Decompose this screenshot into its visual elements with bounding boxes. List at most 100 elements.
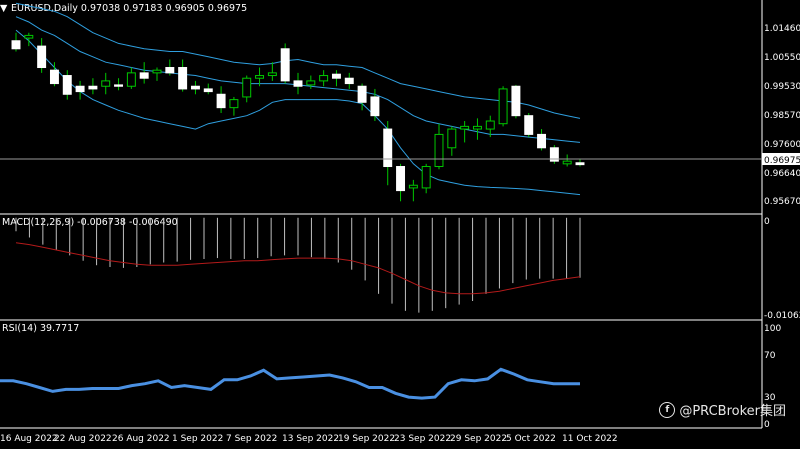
rsi-level-100: 100 [764, 324, 781, 334]
candle-body [293, 80, 303, 87]
candle-body [229, 99, 239, 109]
time-tick: 13 Sep 2022 [282, 434, 339, 444]
candle [203, 83, 213, 95]
bb-upper-line [15, 2, 581, 119]
candle-body [165, 67, 175, 74]
time-tick: 1 Sep 2022 [172, 434, 223, 444]
candle [242, 75, 252, 103]
time-tick: 19 Sep 2022 [338, 434, 395, 444]
candle [152, 67, 162, 81]
candle-body [575, 162, 585, 166]
trading-chart[interactable]: ▼ EURUSD,Daily 0.97038 0.97183 0.96905 0… [0, 0, 800, 445]
candle-body [216, 93, 226, 109]
watermark: f @PRCBroker集团 [659, 400, 786, 419]
time-axis: 16 Aug 2022 22 Aug 2022 26 Aug 2022 1 Se… [0, 434, 618, 444]
candle-body [485, 120, 495, 130]
candle [396, 163, 406, 202]
candle [293, 72, 303, 95]
candle-body [383, 128, 393, 168]
candle-body [280, 48, 290, 82]
candle [549, 145, 559, 164]
candle [101, 72, 111, 95]
candle [88, 78, 98, 95]
bollinger-bands [15, 2, 581, 196]
candle [319, 70, 329, 87]
candle-body [498, 88, 508, 125]
candle [178, 59, 188, 92]
candle [126, 67, 136, 89]
candle-body [49, 69, 59, 85]
candle-body [396, 166, 406, 192]
candle-body [306, 80, 316, 86]
candle [421, 163, 431, 194]
candle-body [178, 67, 188, 90]
candle [447, 126, 457, 156]
candle [229, 96, 239, 116]
candle [344, 72, 354, 89]
time-tick: 16 Aug 2022 [0, 434, 58, 444]
candle [562, 154, 572, 167]
candle-body [537, 133, 547, 149]
price-scale: 1.01460 1.00550 0.99530 0.98570 0.97600 … [764, 24, 800, 207]
candle-body [447, 128, 457, 149]
candle [524, 113, 534, 138]
candle-body [75, 85, 85, 93]
price-tick: 1.00550 [764, 53, 800, 63]
macd-panel[interactable]: MACD(12,26,9) -0.006738 -0.006490 0 -0.0… [2, 217, 800, 321]
candle [472, 118, 482, 140]
rsi-level-0: 0 [764, 420, 770, 430]
candle [280, 43, 290, 84]
candle-body [24, 34, 34, 39]
macd-zero-label: 0 [764, 217, 770, 227]
candle [62, 70, 72, 100]
candle [434, 123, 444, 170]
price-tick: 0.98570 [764, 111, 800, 121]
candle-body [11, 40, 21, 50]
price-tick: 1.01460 [764, 24, 800, 34]
candle-body [344, 77, 354, 85]
candle [11, 32, 21, 52]
price-tick: 0.96640 [764, 169, 800, 179]
candle-body [255, 75, 265, 79]
time-tick: 23 Sep 2022 [394, 434, 451, 444]
candle-body [62, 75, 72, 95]
time-tick: 11 Oct 2022 [562, 434, 618, 444]
candle [49, 62, 59, 87]
candle [575, 159, 585, 167]
candle-body [460, 125, 470, 130]
rsi-header: RSI(14) 39.7717 [2, 323, 79, 334]
candle-body [562, 160, 572, 165]
candle [37, 38, 47, 73]
candle-body [434, 133, 444, 168]
candle-body [472, 125, 482, 130]
candle-body [88, 85, 98, 90]
candle [267, 62, 277, 81]
candle [460, 121, 470, 143]
candle-body [357, 85, 367, 103]
candle-body [242, 77, 252, 98]
chart-menu-icon[interactable]: ▼ [0, 3, 8, 14]
candle-body [331, 73, 341, 79]
price-panel[interactable]: ▼ EURUSD,Daily 0.97038 0.97183 0.96905 0… [0, 2, 800, 207]
macd-min-label: -0.010626 [764, 311, 800, 321]
candle-body [101, 80, 111, 87]
candle [75, 80, 85, 100]
candle [331, 70, 341, 87]
candle-body [370, 96, 380, 117]
current-price-label: 0.96975 [764, 156, 800, 166]
time-tick: 29 Sep 2022 [450, 434, 507, 444]
price-tick: 0.97600 [764, 140, 800, 150]
candle-body [319, 75, 329, 82]
candle-body [511, 85, 521, 117]
watermark-text: @PRCBroker集团 [679, 404, 786, 419]
candle-body [267, 72, 277, 77]
candle-body [408, 184, 418, 189]
time-tick: 22 Aug 2022 [54, 434, 112, 444]
candle [114, 78, 124, 91]
candle [383, 121, 393, 186]
candle [511, 84, 521, 119]
time-tick: 7 Sep 2022 [226, 434, 277, 444]
candles [11, 32, 585, 202]
chart-canvas[interactable]: ▼ EURUSD,Daily 0.97038 0.97183 0.96905 0… [0, 0, 800, 445]
rsi-line [0, 367, 580, 400]
